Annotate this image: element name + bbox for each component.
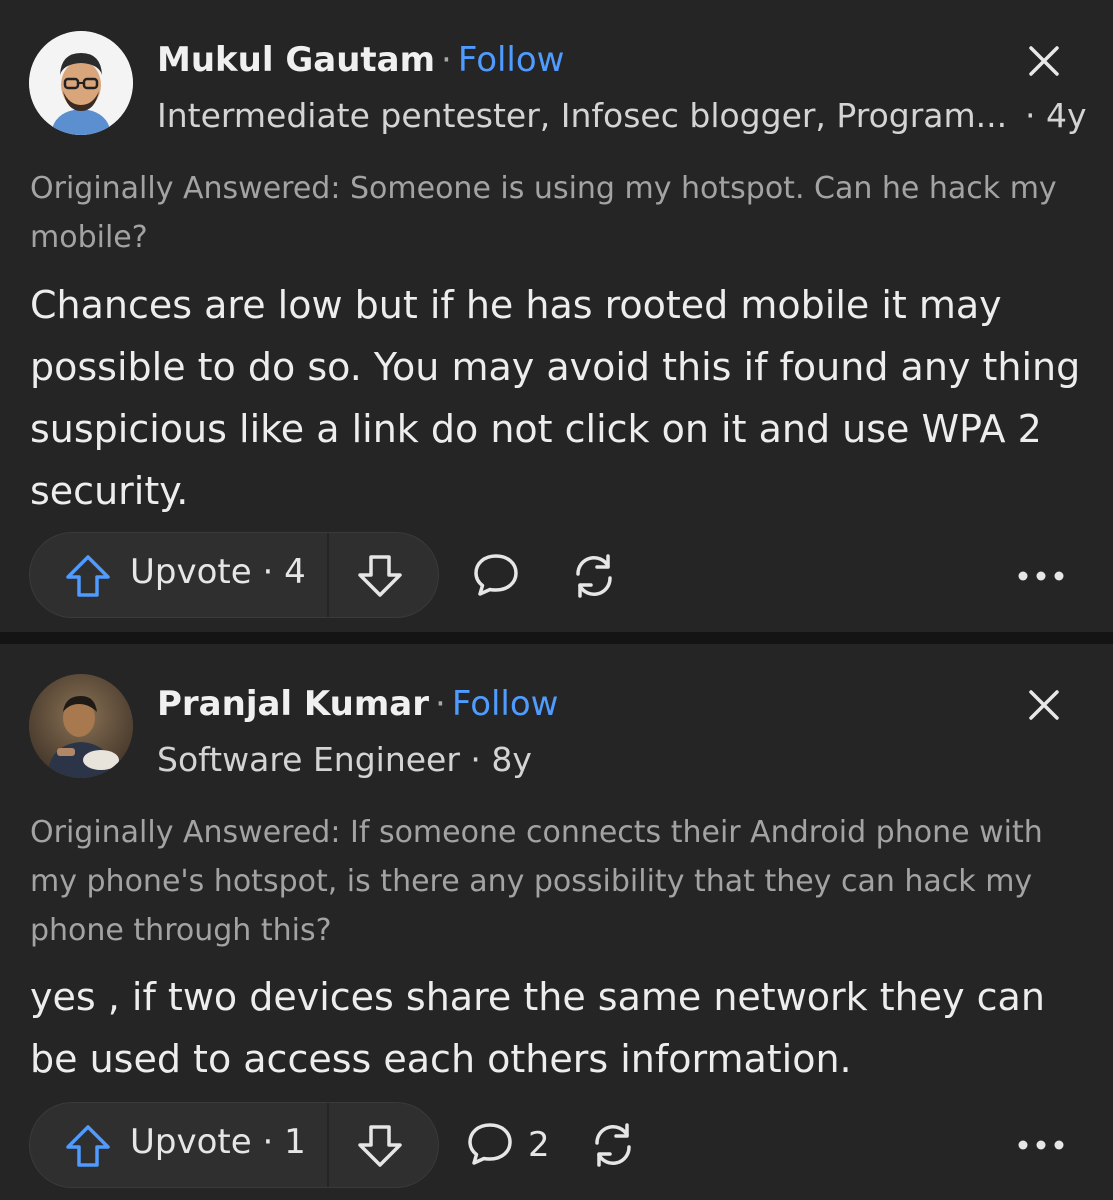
close-icon[interactable] [1020, 681, 1068, 729]
downvote-arrow-icon [358, 555, 402, 597]
more-icon[interactable] [1015, 1135, 1067, 1155]
originally-answered[interactable]: Originally Answered: If someone connects… [30, 808, 1090, 955]
pill-divider [327, 1103, 329, 1187]
upvote-label: Upvote · 4 [130, 552, 306, 592]
upvote-label: Upvote · 1 [130, 1122, 306, 1162]
author-credential[interactable]: Software Engineer · 8y [157, 740, 532, 779]
comment-count[interactable]: 2 [528, 1125, 550, 1165]
answer-age: · 4y [1025, 96, 1087, 135]
answer-divider [0, 632, 1113, 644]
author-name[interactable]: Mukul Gautam [157, 40, 435, 80]
follow-link[interactable]: Follow [452, 684, 559, 724]
author-name[interactable]: Pranjal Kumar [157, 684, 429, 724]
downvote-arrow-icon [358, 1125, 402, 1167]
more-icon[interactable] [1015, 566, 1067, 586]
answer-body: Chances are low but if he has rooted mob… [30, 283, 1081, 513]
downvote-button[interactable] [330, 533, 438, 617]
upvote-arrow-icon [66, 1125, 110, 1167]
vote-pill: Upvote · 4 [29, 532, 439, 618]
answer-body: yes , if two devices share the same netw… [30, 975, 1045, 1081]
share-icon[interactable] [568, 550, 620, 602]
pill-divider [327, 533, 329, 617]
follow-link[interactable]: Follow [458, 40, 565, 80]
upvote-arrow-icon [66, 555, 110, 597]
author-credential[interactable]: Intermediate pentester, Infosec blogger,… [157, 96, 1007, 135]
answer-card: Pranjal Kumar · Follow Software Engineer ·… [0, 644, 1113, 1200]
comment-icon[interactable] [464, 1119, 516, 1171]
author-avatar[interactable] [29, 674, 133, 778]
vote-pill: Upvote · 1 [29, 1102, 439, 1188]
author-avatar[interactable] [29, 31, 133, 135]
name-separator: · [435, 684, 446, 724]
author-row: Pranjal Kumar · Follow [157, 684, 559, 724]
downvote-button[interactable] [330, 1103, 438, 1187]
author-row: Mukul Gautam · Follow [157, 40, 565, 80]
comment-icon[interactable] [470, 550, 522, 602]
close-icon[interactable] [1020, 37, 1068, 85]
share-icon[interactable] [587, 1119, 639, 1171]
upvote-button[interactable]: Upvote · 1 [30, 1103, 328, 1187]
answer-card: Mukul Gautam · Follow Intermediate pentest… [0, 0, 1113, 632]
upvote-button[interactable]: Upvote · 4 [30, 533, 328, 617]
name-separator: · [441, 40, 452, 80]
originally-answered[interactable]: Originally Answered: Someone is using my… [30, 164, 1090, 262]
